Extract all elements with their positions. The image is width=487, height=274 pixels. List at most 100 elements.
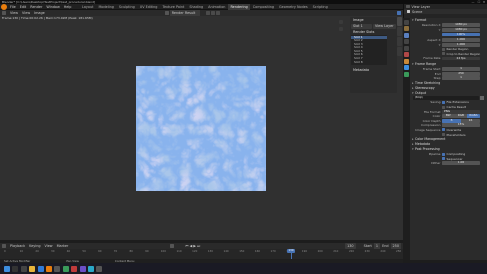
workspace-tab-layout[interactable]: Layout (79, 4, 96, 10)
start-menu-icon[interactable] (4, 265, 10, 272)
render-region-checkbox[interactable] (442, 47, 445, 51)
outliner-filter-label[interactable]: View Layer (412, 5, 431, 9)
blender-taskbar-icon[interactable] (45, 265, 52, 272)
sidebar-tab-image[interactable] (397, 17, 402, 26)
menu-help[interactable]: Help (62, 4, 74, 10)
timeline-tick-label: 20 (35, 249, 39, 253)
sidebar-tab-tool[interactable] (397, 27, 402, 36)
render-tab-icon[interactable] (404, 26, 409, 31)
workspace-tab-texture-paint[interactable]: Texture Paint (160, 4, 187, 10)
folder-icon[interactable] (480, 96, 484, 100)
timeline-tick-label: 120 (192, 249, 198, 253)
timeline-tick-label: 170 (270, 249, 276, 253)
overwrite-checkbox[interactable] (442, 128, 445, 132)
compression-field[interactable]: 15% (442, 123, 480, 128)
frame-step-field[interactable]: 1 (442, 76, 480, 81)
blender-logo-icon[interactable] (1, 3, 7, 10)
render-result-image (136, 66, 266, 191)
file-explorer-icon[interactable] (29, 265, 36, 272)
app-icon[interactable] (54, 265, 61, 272)
app-icon-red[interactable] (71, 265, 78, 272)
playhead[interactable]: 130 (287, 249, 295, 253)
timeline-editor-icon[interactable] (2, 244, 6, 248)
playback-controls[interactable]: ⏮◀▶⏭ (185, 244, 201, 248)
render-stats: Frame:130 | Time:00:02.26 | Mem:173.02M … (2, 16, 93, 20)
timeline-tick-label: 210 (333, 249, 339, 253)
frame-start-row: Frame Start 1 (410, 66, 487, 72)
browser-icon[interactable] (37, 265, 44, 272)
texture-tab-icon[interactable] (404, 71, 409, 77)
search-icon[interactable] (12, 265, 19, 272)
menu-edit[interactable]: Edit (18, 4, 29, 10)
workspace-tab-shading[interactable]: Shading (187, 4, 206, 10)
tool-tab-icon[interactable] (404, 19, 409, 25)
slot-dropdown[interactable]: Slot 1 (351, 24, 372, 29)
sidebar-tab-view[interactable] (397, 37, 402, 46)
timeline-tick-label: 250 (396, 249, 402, 253)
dither-row: Dither 1.00 (410, 161, 487, 166)
task-view-icon[interactable] (20, 265, 27, 272)
alpha-channel-icon[interactable] (210, 11, 215, 15)
crop-checkbox[interactable] (442, 52, 445, 56)
metadata-header[interactable]: Metadata (351, 68, 396, 73)
timeline-tick-label: 230 (364, 249, 370, 253)
outliner-scene-item[interactable]: Scene (412, 10, 422, 14)
layer-dropdown[interactable]: View Layer (373, 24, 396, 29)
workspace-tab-geometry-nodes[interactable]: Geometry Nodes (277, 4, 311, 10)
workspace-tab-rendering[interactable]: Rendering (227, 3, 251, 10)
placeholders-checkbox[interactable] (442, 133, 445, 137)
view-layer-tab-icon[interactable] (404, 39, 409, 44)
app-icon-green[interactable] (62, 265, 69, 272)
app-icon-grey[interactable] (96, 265, 103, 272)
color-bw-button[interactable]: BW (442, 113, 455, 119)
placeholders-label: Placeholders (446, 132, 466, 137)
workspace-tab-modeling[interactable]: Modeling (96, 4, 116, 10)
zoom-gizmo-icon[interactable] (339, 20, 343, 24)
output-tab-icon[interactable] (404, 32, 409, 38)
color-rgb-button[interactable]: RGB (454, 113, 468, 119)
scene-tab-icon[interactable] (404, 45, 409, 51)
output-path-field[interactable]: /tmp\ (413, 95, 479, 100)
timeline-ruler[interactable]: 0 10 20 30 40 50 60 70 80 90 100 110 120 130 140 150 160… (0, 249, 403, 259)
menu-window[interactable]: Window (44, 4, 61, 10)
post-processing-header-label: Post Processing (415, 146, 440, 151)
frame-rate-dropdown[interactable]: 24 fps (442, 56, 480, 61)
workspace-tab-scripting[interactable]: Scripting (310, 4, 330, 10)
record-icon[interactable] (170, 244, 175, 248)
outliner-editor-icon[interactable] (406, 4, 410, 9)
compositing-checkbox[interactable] (442, 152, 445, 156)
timeline-tick-label: 110 (176, 249, 182, 253)
render-slot-item[interactable]: Slot 8 (351, 60, 387, 65)
image-browse-icon[interactable] (164, 11, 169, 15)
app-icon-purple[interactable] (79, 265, 86, 272)
resolution-percent-field[interactable]: 100% (442, 32, 480, 37)
sidebar-toggle-icon[interactable] (397, 11, 401, 15)
object-tab-icon[interactable] (404, 58, 409, 64)
menu-render[interactable]: Render (28, 4, 44, 10)
sidebar-tab-metadata[interactable] (397, 47, 402, 56)
resolution-percent-row: 100% (410, 32, 487, 37)
aspect-y-field[interactable]: 1.000 (442, 42, 480, 47)
zoom-icon[interactable] (215, 11, 220, 15)
timeline-tick-label: 10 (19, 249, 24, 253)
workspace-tab-uv-editing[interactable]: UV Editing (137, 4, 160, 10)
metadata-header-label: Metadata (415, 141, 431, 146)
aspect-x-label: Aspect X (427, 38, 441, 43)
image-name-field[interactable]: Render Result (169, 10, 200, 16)
editor-type-icon[interactable] (2, 11, 6, 15)
display-channel-icon[interactable] (205, 11, 210, 15)
timeline-tick-label: 200 (317, 249, 323, 253)
sequencer-checkbox[interactable] (442, 157, 445, 161)
dither-field[interactable]: 1.00 (442, 161, 480, 166)
pan-gizmo-icon[interactable] (339, 27, 343, 31)
world-tab-icon[interactable] (404, 52, 409, 57)
workspace-tab-compositing[interactable]: Compositing (250, 4, 276, 10)
modifier-tab-icon[interactable] (404, 65, 409, 70)
workspace-tab-sculpting[interactable]: Sculpting (116, 4, 137, 10)
workspace-tab-animation[interactable]: Animation (206, 4, 228, 10)
timeline-tick-label: 60 (98, 249, 102, 253)
app-icon-cyan[interactable] (87, 265, 94, 272)
file-extensions-checkbox[interactable] (442, 100, 445, 104)
menu-file[interactable]: File (8, 4, 18, 10)
timeline-tick-label: 140 (223, 249, 229, 253)
